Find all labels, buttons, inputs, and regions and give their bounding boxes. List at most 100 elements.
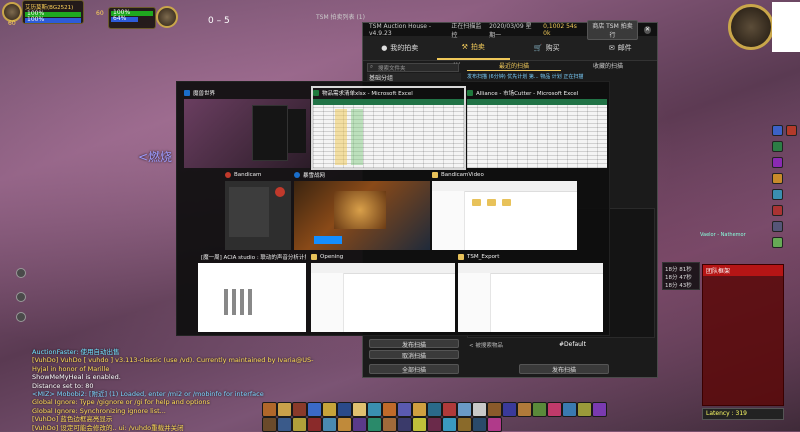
window-thumb-tsm-export[interactable]: TSM_Export <box>458 252 603 332</box>
action-button[interactable] <box>562 402 577 417</box>
tsm-search-box[interactable]: ⌕ 搜索文件夹 <box>367 63 459 72</box>
minimap[interactable] <box>728 4 774 50</box>
player-portrait[interactable] <box>2 2 22 22</box>
action-button[interactable] <box>367 417 382 432</box>
tab-mail[interactable]: ✉ 邮件 <box>584 36 658 60</box>
action-button[interactable] <box>397 417 412 432</box>
player-mana-bar: 100% <box>25 16 81 23</box>
action-button[interactable] <box>457 417 472 432</box>
action-button[interactable] <box>337 402 352 417</box>
window-thumb-opening[interactable]: Opening <box>311 252 455 332</box>
chat-line: Hyjal in honor of Marille <box>32 364 110 373</box>
action-button[interactable] <box>442 417 457 432</box>
search-icon: ⌕ <box>370 64 374 70</box>
buff-icon[interactable] <box>772 173 783 184</box>
buff-icon[interactable] <box>786 125 797 136</box>
window-thumb-excel-selected[interactable]: 物品需求清单xlsx - Microsoft Excel <box>311 86 466 170</box>
timer-line: 18分 81秒 <box>665 267 692 273</box>
action-button[interactable] <box>532 402 547 417</box>
action-button[interactable] <box>277 402 292 417</box>
action-button[interactable] <box>427 417 442 432</box>
chat-button[interactable] <box>16 268 26 278</box>
action-button[interactable] <box>412 402 427 417</box>
chat-line: ShowMeMyHeal is enabled. <box>32 373 121 382</box>
folder-icon <box>311 254 317 260</box>
action-button[interactable] <box>397 402 412 417</box>
action-button[interactable] <box>322 417 337 432</box>
action-button[interactable] <box>262 417 277 432</box>
target-frame[interactable]: 100% 64% <box>108 7 156 29</box>
player-plate: Vaelor - Nathemor <box>700 232 746 238</box>
action-button[interactable] <box>457 402 472 417</box>
action-bar <box>262 402 622 432</box>
more-icon[interactable]: ··· <box>453 59 461 68</box>
action-button[interactable] <box>382 417 397 432</box>
action-button[interactable] <box>277 417 292 432</box>
action-button[interactable] <box>382 402 397 417</box>
excel-icon <box>467 90 473 96</box>
timer-line: 18分 43秒 <box>665 283 692 289</box>
action-button[interactable] <box>352 417 367 432</box>
wow-icon <box>184 90 190 96</box>
buff-icon[interactable] <box>772 205 783 216</box>
raid-frame-header: 团队框架 <box>703 265 783 276</box>
window-thumb-excel-alliance[interactable]: Alliance - 市场Cutter - Microsoft Excel <box>467 88 607 168</box>
tab-recent-scans[interactable]: 最近的扫描 <box>467 61 561 71</box>
mail-icon: ✉ <box>608 44 615 52</box>
window-thumb-battlenet[interactable]: 暴雪战网 <box>294 170 430 250</box>
chat-line: [VuhDo] VuhDo [ vuhdo ] v3.113-classic (… <box>32 356 314 365</box>
window-thumb-wow[interactable]: 魔兽世界 <box>184 88 310 168</box>
tsm-cancel-scan-button[interactable]: 取消扫描 <box>369 350 459 360</box>
tsm-post-scan-footer-button[interactable]: 发布扫描 <box>519 364 609 374</box>
action-button[interactable] <box>262 402 277 417</box>
buff-icon[interactable] <box>772 157 783 168</box>
action-button[interactable] <box>307 417 322 432</box>
raid-frame[interactable]: 团队框架 <box>702 264 784 406</box>
tab-favorite-scans[interactable]: 收藏的扫描 <box>561 61 655 71</box>
folder-icon <box>432 172 438 178</box>
action-button[interactable] <box>577 402 592 417</box>
buff-icon[interactable] <box>772 237 783 248</box>
tab-buy[interactable]: 🛒 购买 <box>510 36 584 60</box>
tab-my-auctions[interactable]: ● 我的拍卖 <box>363 36 437 60</box>
action-button[interactable] <box>322 402 337 417</box>
buff-icon[interactable] <box>772 141 783 152</box>
target-portrait[interactable] <box>156 6 178 28</box>
window-thumb-bandicam[interactable]: Bandicam <box>225 170 291 250</box>
action-button[interactable] <box>292 402 307 417</box>
buff-icon[interactable] <box>772 189 783 200</box>
action-button[interactable] <box>427 402 442 417</box>
window-thumb-browser[interactable]: [魔一周] ACIA studio : 联动的声音分析计播 ... <box>198 252 306 332</box>
chat-button[interactable] <box>16 292 26 302</box>
action-button[interactable] <box>487 417 502 432</box>
buff-icon[interactable] <box>772 221 783 232</box>
action-button[interactable] <box>292 417 307 432</box>
action-button[interactable] <box>442 402 457 417</box>
cart-icon: 🛒 <box>533 44 543 52</box>
action-button[interactable] <box>472 417 487 432</box>
tab-auction[interactable]: ⚒ 拍卖 <box>436 36 510 60</box>
action-button[interactable] <box>517 402 532 417</box>
action-button[interactable] <box>592 402 607 417</box>
action-button[interactable] <box>337 417 352 432</box>
action-button[interactable] <box>307 402 322 417</box>
action-button[interactable] <box>367 402 382 417</box>
tsm-scan-row[interactable]: 发布扫描 (6分钟) 优先计划 第... 物品 计划 正在扫描 <box>467 73 655 81</box>
action-button[interactable] <box>547 402 562 417</box>
tsm-auction-list-title: TSM 拍卖列表 (1) <box>316 14 365 21</box>
action-button[interactable] <box>352 402 367 417</box>
action-button[interactable] <box>487 402 502 417</box>
buff-icon[interactable] <box>772 125 783 136</box>
close-icon[interactable]: ✕ <box>643 25 651 34</box>
action-button[interactable] <box>412 417 427 432</box>
tsm-nav: ● 我的拍卖 ⚒ 拍卖 🛒 购买 ✉ 邮件 <box>363 36 657 61</box>
chat-button[interactable] <box>16 312 26 322</box>
action-button[interactable] <box>472 402 487 417</box>
tsm-post-scan-button[interactable]: 发布扫描 <box>369 339 459 349</box>
action-button[interactable] <box>502 402 517 417</box>
timer-meter: 18分 81秒 18分 47秒 18分 43秒 <box>662 262 700 290</box>
window-thumb-bandicam-video[interactable]: BandicamVideo <box>432 170 577 250</box>
minimap-clock <box>772 2 800 52</box>
tsm-scan-all-button[interactable]: 全部扫描 <box>369 364 459 374</box>
player-frame[interactable]: 艾历莫斯(BG2521) 100% 100% <box>22 0 84 24</box>
